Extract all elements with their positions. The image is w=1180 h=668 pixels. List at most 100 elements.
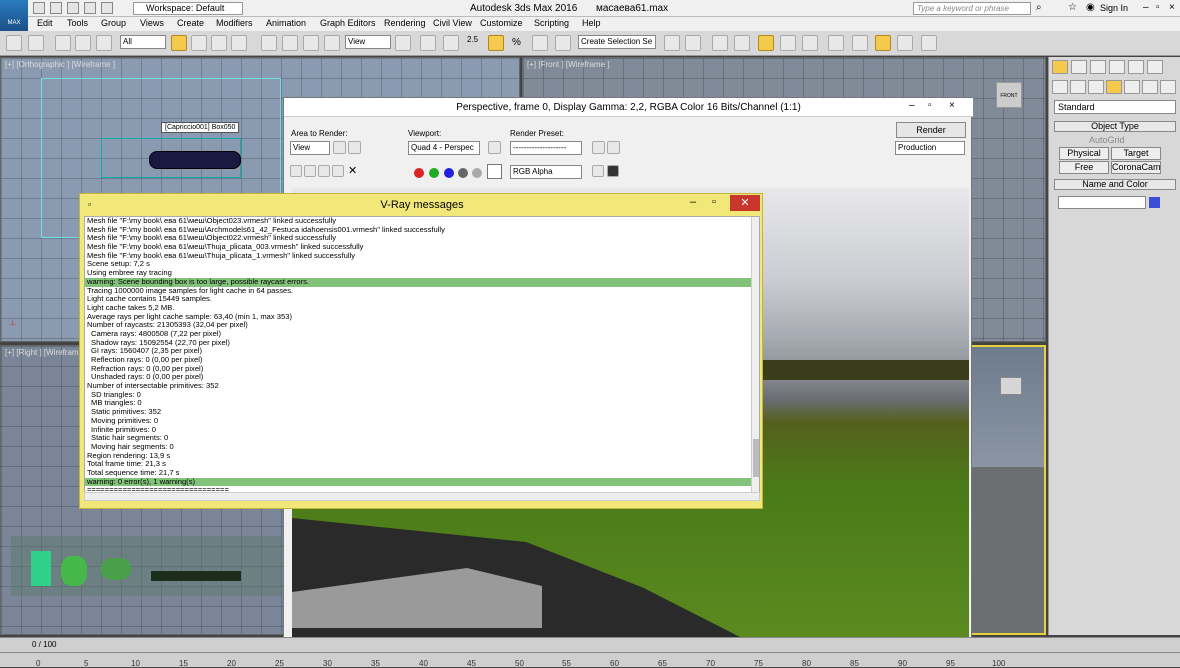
display-tab-icon[interactable] [1128, 60, 1144, 74]
category-dropdown[interactable]: Standard [1054, 100, 1176, 114]
menu-edit[interactable]: Edit [37, 18, 53, 28]
save-image-icon[interactable] [290, 165, 302, 177]
menu-rendering[interactable]: Rendering [384, 18, 426, 28]
menu-views[interactable]: Views [140, 18, 164, 28]
rendered-frame-window-icon[interactable] [875, 35, 891, 51]
helpers-icon[interactable] [1124, 80, 1140, 94]
object-name-input[interactable] [1058, 196, 1146, 209]
percent-snap-icon[interactable]: % [512, 37, 521, 48]
toggle-overlay-icon[interactable] [607, 165, 619, 177]
motion-tab-icon[interactable] [1109, 60, 1125, 74]
undo-icon[interactable] [84, 2, 96, 14]
angle-snap-icon[interactable] [488, 35, 504, 51]
scene-explorer-icon[interactable] [734, 35, 750, 51]
material-editor-icon[interactable] [828, 35, 844, 51]
close-icon[interactable]: × [1169, 2, 1175, 13]
geometry-icon[interactable] [1052, 80, 1068, 94]
select-object-icon[interactable] [171, 35, 187, 51]
menu-create[interactable]: Create [177, 18, 204, 28]
copy-image-icon[interactable] [304, 165, 316, 177]
viewport-dropdown[interactable]: Quad 4 - Perspec [408, 141, 480, 155]
render-mode-dropdown[interactable]: Production [895, 141, 965, 155]
clone-window-icon[interactable] [318, 165, 330, 177]
object-color-swatch[interactable] [1149, 197, 1160, 208]
modify-tab-icon[interactable] [1071, 60, 1087, 74]
maximize-icon[interactable]: ▫ [1156, 2, 1160, 13]
minimize-icon[interactable]: – [690, 196, 696, 208]
view-cube[interactable]: FRONT [996, 82, 1022, 108]
new-file-icon[interactable] [33, 2, 45, 14]
pivot-icon[interactable] [395, 35, 411, 51]
search-input[interactable]: Type a keyword or phrase [913, 2, 1031, 15]
menu-tools[interactable]: Tools [67, 18, 88, 28]
rectangular-selection-icon[interactable] [211, 35, 227, 51]
render-button[interactable]: Render [896, 122, 966, 138]
time-slider[interactable]: 0 / 100 0 5 10 15 20 25 30 35 40 45 50 5… [0, 637, 1180, 668]
horizontal-scrollbar[interactable] [84, 492, 760, 501]
menu-group[interactable]: Group [101, 18, 126, 28]
undo-icon[interactable] [6, 35, 22, 51]
viewport-label[interactable]: [+] [Orthographic ] [Wireframe ] [5, 60, 115, 69]
auto-region-icon[interactable] [348, 141, 361, 154]
toggle-ribbon-icon[interactable] [758, 35, 774, 51]
scrollbar[interactable] [751, 217, 759, 500]
maximize-icon[interactable]: ▫ [712, 196, 716, 208]
vray-log[interactable]: Mesh file "F:\my book\ ева 61\меш\Object… [84, 216, 760, 501]
menu-graph-editors[interactable]: Graph Editors [320, 18, 376, 28]
select-by-name-icon[interactable] [191, 35, 207, 51]
physical-camera-button[interactable]: Physical [1059, 147, 1109, 160]
viewport-label[interactable]: [+] [Right ] [Wirefram [5, 348, 79, 357]
space-warps-icon[interactable] [1142, 80, 1158, 94]
menu-customize[interactable]: Customize [480, 18, 523, 28]
scale-icon[interactable] [303, 35, 319, 51]
menu-modifiers[interactable]: Modifiers [216, 18, 253, 28]
menu-help[interactable]: Help [582, 18, 601, 28]
edit-region-icon[interactable] [333, 141, 346, 154]
redo-icon[interactable] [101, 2, 113, 14]
star-icon[interactable]: ☆ [1068, 2, 1077, 13]
blue-channel-icon[interactable] [444, 168, 454, 178]
render-preset-dropdown[interactable]: -------------------- [510, 141, 582, 155]
spinner-snap-icon[interactable] [532, 35, 548, 51]
display-channel-dropdown[interactable]: RGB Alpha [510, 165, 582, 179]
monochrome-icon[interactable] [472, 168, 482, 178]
bind-space-warp-icon[interactable] [96, 35, 112, 51]
alpha-channel-icon[interactable] [458, 168, 468, 178]
align-icon[interactable] [685, 35, 701, 51]
name-and-color-rollout[interactable]: Name and Color [1054, 179, 1176, 190]
render-setup-icon[interactable] [852, 35, 868, 51]
link-icon[interactable] [55, 35, 71, 51]
move-icon[interactable] [261, 35, 277, 51]
autogrid-checkbox[interactable]: AutoGrid [1089, 135, 1125, 145]
placement-icon[interactable] [324, 35, 340, 51]
redo-icon[interactable] [28, 35, 44, 51]
swatch-box[interactable] [487, 164, 502, 179]
app-logo[interactable]: MAX [0, 0, 28, 32]
object-type-rollout[interactable]: Object Type [1054, 121, 1176, 132]
view-cube[interactable] [1000, 377, 1022, 395]
window-crossing-icon[interactable] [231, 35, 247, 51]
open-file-icon[interactable] [50, 2, 62, 14]
render-iterative-icon[interactable] [921, 35, 937, 51]
minimize-icon[interactable]: – [1143, 2, 1149, 13]
named-selection-dropdown[interactable]: Create Selection Se [578, 35, 656, 49]
close-icon[interactable]: × [949, 100, 955, 111]
layer-manager-icon[interactable] [712, 35, 728, 51]
systems-icon[interactable] [1160, 80, 1176, 94]
mirror-icon[interactable] [664, 35, 680, 51]
scrollbar-thumb[interactable] [753, 439, 759, 477]
lights-icon[interactable] [1088, 80, 1104, 94]
maximize-icon[interactable]: ▫ [928, 100, 932, 111]
menu-civil-view[interactable]: Civil View [433, 18, 472, 28]
select-manipulate-icon[interactable] [420, 35, 436, 51]
red-channel-icon[interactable] [414, 168, 424, 178]
lock-icon[interactable] [488, 141, 501, 154]
rotate-icon[interactable] [282, 35, 298, 51]
area-to-render-dropdown[interactable]: View [290, 141, 330, 155]
toggle-ui-icon[interactable] [592, 165, 604, 177]
print-icon[interactable] [332, 165, 344, 177]
green-channel-icon[interactable] [429, 168, 439, 178]
cameras-icon[interactable] [1106, 80, 1122, 94]
search-icon[interactable]: ⌕ [1036, 2, 1042, 13]
menu-scripting[interactable]: Scripting [534, 18, 569, 28]
